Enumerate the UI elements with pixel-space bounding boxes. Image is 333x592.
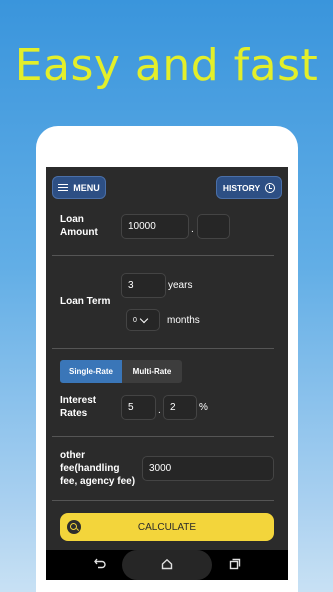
interest-decimal-separator: . bbox=[158, 405, 161, 416]
loan-amount-label-line1: Loan bbox=[60, 214, 84, 225]
top-toolbar: MENU HISTORY bbox=[46, 167, 288, 207]
system-nav-bar bbox=[46, 550, 288, 580]
app-screen: MENU HISTORY Loan Amount 10000 . Loan Te… bbox=[46, 167, 288, 580]
menu-button-label: MENU bbox=[73, 182, 100, 193]
loan-term-years-unit: years bbox=[168, 280, 193, 291]
loan-term-months-select[interactable]: 0 bbox=[126, 309, 160, 331]
menu-button[interactable]: MENU bbox=[52, 176, 106, 199]
search-icon bbox=[67, 520, 81, 534]
other-fee-label-line1: other bbox=[60, 450, 85, 461]
history-button-label: HISTORY bbox=[222, 182, 261, 193]
other-fee-input[interactable]: 3000 bbox=[142, 456, 274, 481]
loan-amount-label: Loan Amount bbox=[60, 213, 98, 239]
divider bbox=[52, 500, 274, 501]
hamburger-icon bbox=[58, 183, 69, 192]
interest-decimal-input[interactable]: 2 bbox=[163, 395, 197, 420]
other-fee-label-line2: fee(handling bbox=[60, 463, 120, 474]
interest-percent-unit: % bbox=[199, 402, 208, 413]
chevron-down-icon bbox=[139, 314, 149, 323]
loan-term-months-unit: months bbox=[167, 315, 200, 326]
loan-term-years-input[interactable]: 3 bbox=[121, 273, 166, 298]
other-fee-label: other fee(handling fee, agency fee) bbox=[60, 449, 135, 488]
calculate-button-label: CALCULATE bbox=[137, 521, 197, 533]
loan-amount-integer-input[interactable]: 10000 bbox=[121, 214, 189, 239]
loan-term-label: Loan Term bbox=[60, 296, 111, 307]
tab-multi-rate[interactable]: Multi-Rate bbox=[122, 360, 182, 383]
back-icon[interactable] bbox=[94, 557, 106, 572]
divider bbox=[52, 436, 274, 437]
tab-single-rate[interactable]: Single-Rate bbox=[60, 360, 122, 383]
loan-amount-decimal-separator: . bbox=[191, 224, 194, 235]
interest-label-line2: Rates bbox=[60, 408, 88, 419]
interest-rates-label: Interest Rates bbox=[60, 394, 96, 420]
interest-integer-input[interactable]: 5 bbox=[121, 395, 156, 420]
divider bbox=[52, 348, 274, 349]
interest-label-line1: Interest bbox=[60, 395, 97, 406]
promo-title: Easy and fast bbox=[14, 40, 319, 91]
loan-amount-label-line2: Amount bbox=[60, 227, 98, 238]
divider bbox=[52, 255, 274, 256]
calculate-button[interactable]: CALCULATE bbox=[60, 513, 274, 541]
loan-amount-decimal-input[interactable] bbox=[197, 214, 230, 239]
recents-icon[interactable] bbox=[229, 558, 241, 573]
home-icon[interactable] bbox=[161, 558, 173, 573]
clock-icon bbox=[265, 182, 276, 193]
history-button[interactable]: HISTORY bbox=[216, 176, 282, 199]
other-fee-label-line3: fee, agency fee) bbox=[60, 476, 136, 487]
months-select-value: 0 bbox=[133, 316, 137, 324]
